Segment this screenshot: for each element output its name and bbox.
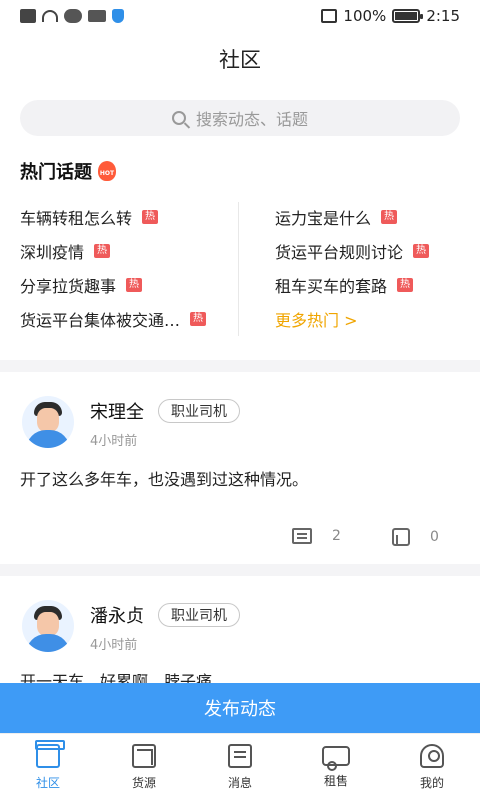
hot-topic-item[interactable]: 车辆转租怎么转 热 (20, 200, 230, 234)
search-icon (171, 111, 186, 125)
vibrate-icon (321, 9, 338, 23)
profile-icon (420, 743, 444, 768)
cargo-icon (132, 743, 156, 768)
tab-label: 租售 (323, 773, 348, 788)
hot-topic-label: 租车买车的套路 (275, 277, 388, 296)
search-placeholder: 搜索动态、话题 (195, 110, 308, 129)
truck-icon (322, 745, 350, 771)
hot-badge: 热 (413, 244, 430, 258)
role-badge: 职业司机 (158, 399, 240, 423)
status-right: 100% 2:15 (321, 7, 460, 25)
hot-topic-item[interactable]: 货运平台规则讨论 热 (275, 234, 480, 268)
app-notification-icon (88, 10, 106, 22)
hot-topics-grid: 车辆转租怎么转 热 深圳疫情 热 分享拉货趣事 热 货运平台集体被交通… 热 运… (20, 200, 460, 360)
hot-topic-label: 货运平台集体被交通… (20, 311, 181, 330)
post-time: 4小时前 (90, 434, 138, 449)
topics-divider (238, 202, 239, 336)
post-card[interactable]: 宋理全 职业司机 4小时前 开了这么多年车，也没遇到过这种情况。 2 0 (0, 372, 480, 564)
post-content[interactable]: 开一天车，好累啊，脖子痛。 (20, 668, 460, 683)
status-bar: 100% 2:15 (0, 0, 480, 32)
hot-topic-label: 车辆转租怎么转 (20, 209, 133, 228)
hot-topics-left-column: 车辆转租怎么转 热 深圳疫情 热 分享拉货趣事 热 货运平台集体被交通… 热 (20, 200, 230, 336)
hot-topic-label: 运力宝是什么 (275, 209, 372, 228)
post-content[interactable]: 开了这么多年车，也没遇到过这种情况。 (20, 466, 460, 490)
avatar[interactable] (22, 396, 74, 448)
hot-badge: 热 (397, 278, 414, 292)
hot-topic-label: 分享拉货趣事 (20, 277, 117, 296)
hot-topic-item[interactable]: 运力宝是什么 热 (275, 200, 480, 234)
section-separator (0, 360, 480, 372)
community-icon (35, 739, 65, 768)
tab-label: 社区 (35, 775, 60, 790)
hot-topic-item[interactable]: 货运平台集体被交通… 热 (20, 302, 230, 336)
publish-post-button[interactable]: 发布动态 (0, 683, 480, 733)
wechat-icon (64, 9, 82, 23)
more-hot-topics-link[interactable]: 更多热门 > (275, 302, 480, 336)
hot-badge: 热 (190, 312, 207, 326)
wifi-icon (42, 10, 58, 22)
hot-badge: 热 (94, 244, 111, 258)
hot-badge: 热 (126, 278, 143, 292)
bottom-tab-bar: 社区 货源 消息 租售 我的 (0, 733, 480, 800)
tab-label: 我的 (419, 775, 444, 790)
tab-label: 货源 (131, 775, 156, 790)
tab-cargo[interactable]: 货源 (104, 743, 184, 791)
post-time: 4小时前 (90, 638, 138, 653)
tab-messages[interactable]: 消息 (200, 743, 280, 791)
hot-topic-item[interactable]: 租车买车的套路 热 (275, 268, 480, 302)
hot-flame-icon: HOT (98, 161, 116, 181)
role-badge: 职业司机 (158, 603, 240, 627)
hot-badge: 热 (142, 210, 159, 224)
tab-profile[interactable]: 我的 (392, 743, 472, 791)
post-card[interactable]: 潘永贞 职业司机 4小时前 开一天车，好累啊，脖子痛。 (0, 576, 480, 683)
search-input[interactable]: 搜索动态、话题 (20, 100, 460, 136)
hot-topic-item[interactable]: 深圳疫情 热 (20, 234, 230, 268)
comment-count: 2 (332, 528, 341, 544)
thumbs-up-icon (392, 528, 410, 546)
like-count: 0 (430, 529, 439, 545)
shield-icon (112, 9, 124, 23)
comment-icon (292, 528, 312, 544)
status-left-icons (20, 9, 124, 23)
hot-topics-title: 热门话题 (20, 162, 92, 183)
hot-flame-label: HOT (99, 170, 115, 177)
hot-topic-item[interactable]: 分享拉货趣事 热 (20, 268, 230, 302)
tab-community[interactable]: 社区 (8, 739, 88, 791)
comment-button[interactable]: 2 (292, 528, 341, 544)
hot-topic-label: 深圳疫情 (20, 243, 85, 262)
hot-topics-right-column: 运力宝是什么 热 货运平台规则讨论 热 租车买车的套路 热 更多热门 > (275, 200, 480, 336)
avatar[interactable] (22, 600, 74, 652)
notification-icon (20, 9, 36, 23)
post-author-name[interactable]: 潘永贞 (90, 602, 144, 628)
battery-icon (392, 9, 424, 23)
battery-percent: 100% (343, 7, 387, 25)
tab-rent-sale[interactable]: 租售 (296, 745, 376, 789)
clock: 2:15 (426, 7, 460, 25)
message-icon (228, 743, 252, 768)
page-title: 社区 (219, 48, 261, 72)
tab-label: 消息 (227, 775, 252, 790)
hot-topic-label: 货运平台规则讨论 (275, 243, 404, 262)
post-author-name[interactable]: 宋理全 (90, 398, 144, 424)
hot-badge: 热 (381, 210, 398, 224)
section-separator (0, 564, 480, 576)
like-button[interactable]: 0 (392, 528, 439, 546)
hot-topics-heading: 热门话题 HOT (20, 158, 116, 184)
